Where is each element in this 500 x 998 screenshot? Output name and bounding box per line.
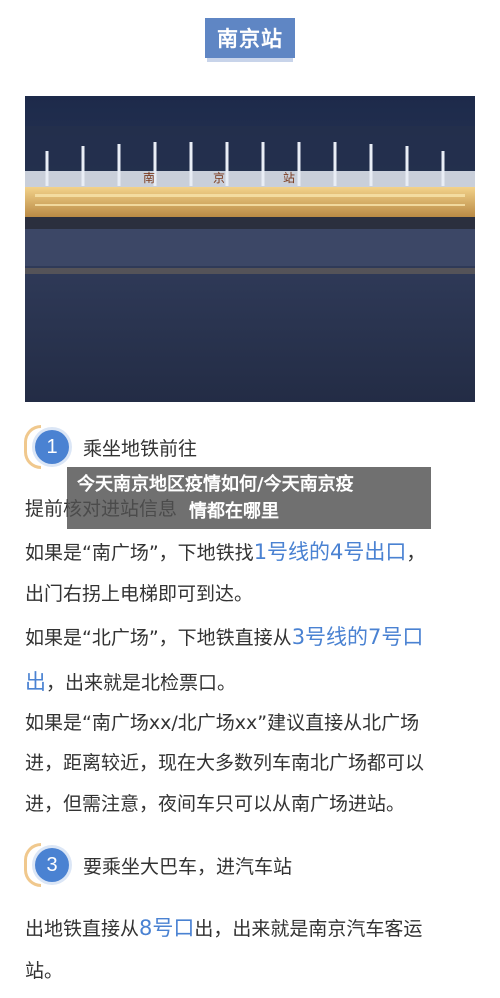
paragraph-line: 进，但需注意，夜间车只可以从南广场进站。	[25, 789, 405, 816]
step-1-number: 1	[35, 430, 69, 464]
paragraph-text: 出门右拐上电梯即可到达。	[25, 583, 254, 605]
paragraph-text: ，	[406, 542, 426, 564]
highlight-text: 1号线的4号出口	[253, 540, 407, 564]
headline-overlay[interactable]: 今天南京地区疫情如何/今天南京疫 情都在哪里	[67, 467, 431, 529]
paragraph-line: 如果是“北广场”，下地铁直接从3号线的7号口	[25, 621, 423, 651]
station-sign-char-2: 京	[213, 171, 225, 185]
highlight-text: 8号口	[139, 916, 195, 940]
nanjing-station-photo: 南 京 站	[25, 96, 475, 402]
paragraph-text: 出地铁直接从	[25, 918, 140, 940]
step-1: 1 乘坐地铁前往	[24, 425, 197, 469]
paragraph-text: 如果是“南广场xx/北广场xx”建议直接从北广场	[25, 712, 420, 734]
paragraph-line: 出，出来就是北检票口。	[25, 666, 236, 696]
paragraph-line: 出地铁直接从8号口出，出来就是南京汽车客运	[25, 912, 422, 942]
paragraph-text: 如果是“南广场”，下地铁找	[25, 542, 254, 564]
highlight-text: 出	[25, 670, 46, 694]
paragraph-line: 站。	[25, 956, 63, 983]
paragraph-text: 出，出来就是南京汽车客运	[194, 918, 423, 940]
title-badge: 南京站	[205, 18, 295, 58]
step-1-label: 乘坐地铁前往	[83, 437, 198, 460]
step-3: 3 要乘坐大巴车，进汽车站	[24, 843, 292, 887]
paragraph-line: 如果是“南广场”，下地铁找1号线的4号出口，	[25, 536, 425, 566]
paragraph-line: 出门右拐上电梯即可到达。	[25, 579, 253, 606]
paragraph-text: ，出来就是北检票口。	[46, 672, 237, 694]
paragraph-text: 进，距离较近，现在大多数列车南北广场都可以	[25, 752, 425, 774]
step-3-number: 3	[35, 848, 69, 882]
paragraph-text: 如果是“北广场”，下地铁直接从	[25, 627, 292, 649]
station-sign-char-3: 站	[283, 171, 295, 185]
page-title: 南京站	[217, 27, 283, 51]
paragraph-text: 进，但需注意，夜间车只可以从南广场进站。	[25, 793, 406, 815]
station-sign-char-1: 南	[143, 170, 155, 185]
highlight-text: 3号线的7号口	[291, 625, 424, 649]
overlay-line-1: 今天南京地区疫情如何/今天南京疫	[77, 474, 354, 495]
paragraph-text: 站。	[25, 960, 64, 982]
paragraph-line: 如果是“南广场xx/北广场xx”建议直接从北广场	[25, 708, 419, 735]
title-badge-shadow	[207, 58, 293, 62]
paragraph-line: 进，距离较近，现在大多数列车南北广场都可以	[25, 748, 424, 775]
overlay-line-2: 情都在哪里	[189, 501, 279, 522]
step-3-label: 要乘坐大巴车，进汽车站	[83, 855, 293, 878]
